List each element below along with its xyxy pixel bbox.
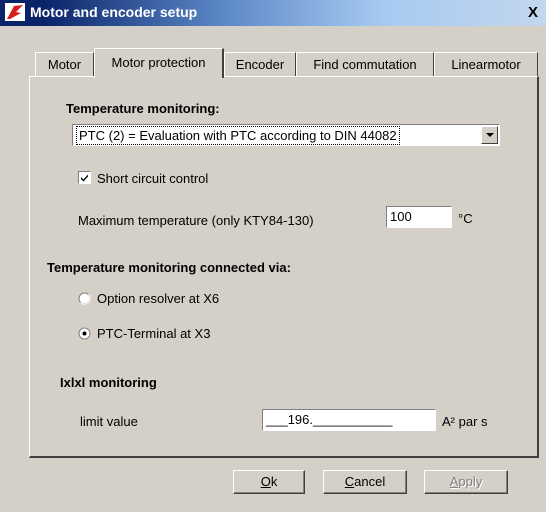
tab-linearmotor[interactable]: Linearmotor — [434, 52, 538, 76]
cancel-button[interactable]: Cancel — [323, 470, 407, 494]
ok-label: k — [270, 474, 278, 489]
radio-ptc-terminal-label[interactable]: PTC-Terminal at X3 — [97, 326, 210, 341]
tab-encoder[interactable]: Encoder — [224, 52, 296, 76]
title-bar[interactable]: Motor and encoder setup X — [0, 0, 546, 26]
temperature-monitoring-selected-value: PTC (2) = Evaluation with PTC according … — [76, 126, 400, 145]
checkmark-icon — [81, 174, 88, 182]
apply-label: pply — [458, 474, 483, 489]
ixixt-monitoring-heading: Ixlxl monitoring — [60, 375, 157, 390]
ok-button[interactable]: Ok — [233, 470, 305, 494]
limit-value-input[interactable]: ___196.___________ — [262, 409, 436, 431]
ok-accelerator: O — [260, 474, 271, 489]
max-temperature-unit: °C — [458, 211, 473, 226]
tab-motor-protection[interactable]: Motor protection — [94, 48, 224, 78]
chevron-down-icon — [486, 133, 494, 137]
tab-find-commutation[interactable]: Find commutation — [296, 52, 434, 76]
cancel-accelerator: C — [344, 474, 355, 489]
tab-motor[interactable]: Motor — [35, 52, 94, 76]
radio-ptc-terminal[interactable] — [78, 327, 91, 340]
dialog-window: Motor and encoder setup X Motor Motor pr… — [0, 0, 546, 512]
connection-heading: Temperature monitoring connected via: — [47, 260, 291, 275]
short-circuit-checkbox[interactable] — [78, 171, 91, 184]
close-icon[interactable]: X — [524, 4, 542, 21]
app-logo-icon — [5, 3, 25, 21]
limit-value-unit: A² par s — [442, 414, 488, 429]
max-temperature-label: Maximum temperature (only KTY84-130) — [78, 213, 314, 228]
temperature-monitoring-select[interactable]: PTC (2) = Evaluation with PTC according … — [72, 124, 500, 146]
temperature-monitoring-heading: Temperature monitoring: — [66, 101, 220, 116]
apply-button[interactable]: Apply — [424, 470, 508, 494]
window-title: Motor and encoder setup — [30, 4, 198, 20]
limit-value-label: limit value — [80, 414, 138, 429]
max-temperature-input[interactable]: 100 — [386, 206, 452, 228]
radio-option-resolver-label[interactable]: Option resolver at X6 — [97, 291, 219, 306]
dropdown-button[interactable] — [481, 126, 498, 144]
radio-option-resolver[interactable] — [78, 292, 91, 305]
cancel-label: ancel — [354, 474, 386, 489]
short-circuit-label[interactable]: Short circuit control — [97, 171, 208, 186]
